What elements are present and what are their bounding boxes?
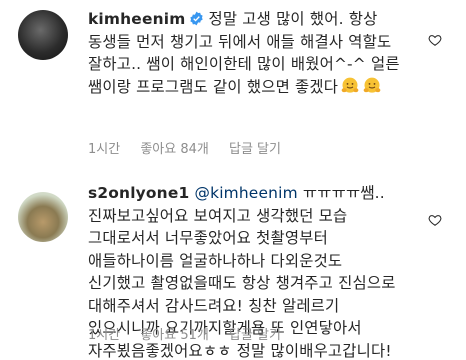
verified-badge-icon (190, 11, 204, 26)
comment-text-line: 대해주셔서 감사드려요! 칭찬 알레르기 (88, 296, 340, 315)
comment-username[interactable]: kimheenim (88, 10, 185, 28)
comment-time: 1시간 (88, 142, 121, 157)
comment-text-line: ㅠㅠㅠㅠ쌤.. (302, 184, 385, 202)
comment-text-line: 신기했고 촬영없을때도 항상 챙겨주고 진심으로 (88, 274, 396, 292)
comment-likes-count[interactable]: 좋아요 51개 (140, 328, 209, 343)
comment-meta: 1시간 좋아요 84개 답글 달기 (88, 138, 281, 157)
comment-time: 1시간 (88, 328, 121, 343)
comment-body: kimheenim 정말 고생 많이 했어. 항상 동생들 먼저 챙기고 뒤에서 … (88, 8, 418, 98)
heart-icon[interactable] (428, 213, 442, 227)
comment-item: kimheenim 정말 고생 많이 했어. 항상 동생들 먼저 챙기고 뒤에서 … (0, 0, 466, 172)
comment-text-line: 잘하고.. 쌤이 해인이한테 많이 배웠어^-^ 얼른 (88, 55, 400, 73)
comment-meta: 1시간 좋아요 51개 답글 달기 (88, 324, 281, 343)
hugging-face-emoji-icon (363, 77, 381, 93)
comment-text-line: 진짜보고싶어요 보여지고 생각했던 모습 (88, 206, 348, 225)
comment-text-line: 동생들 먼저 챙기고 뒤에서 애들 해결사 역할도 (88, 32, 392, 51)
comment-text-line: 그대로서서 너무좋았어요 첫촬영부터 (88, 229, 328, 247)
reply-button[interactable]: 답글 달기 (229, 328, 281, 343)
avatar[interactable] (18, 192, 68, 242)
heart-icon[interactable] (428, 33, 442, 47)
comment-text-line: 정말 고생 많이 했어. 항상 (208, 10, 378, 28)
comment-username[interactable]: s2onlyone1 (88, 184, 189, 202)
comment-text-line: 애들하나이름 얼굴하나하나 다외운것도 (88, 251, 343, 270)
hugging-face-emoji-icon (341, 77, 359, 93)
comment-item: s2onlyone1 @kimheenim ㅠㅠㅠㅠ쌤.. 진짜보고싶어요 보여… (0, 172, 466, 360)
comment-text-line: 쌤이랑 프로그램도 같이 했으면 좋겠다 (88, 77, 339, 96)
reply-button[interactable]: 답글 달기 (229, 142, 281, 157)
comment-likes-count[interactable]: 좋아요 84개 (140, 142, 209, 157)
avatar[interactable] (18, 10, 68, 60)
mention-link[interactable]: @kimheenim (194, 184, 297, 202)
